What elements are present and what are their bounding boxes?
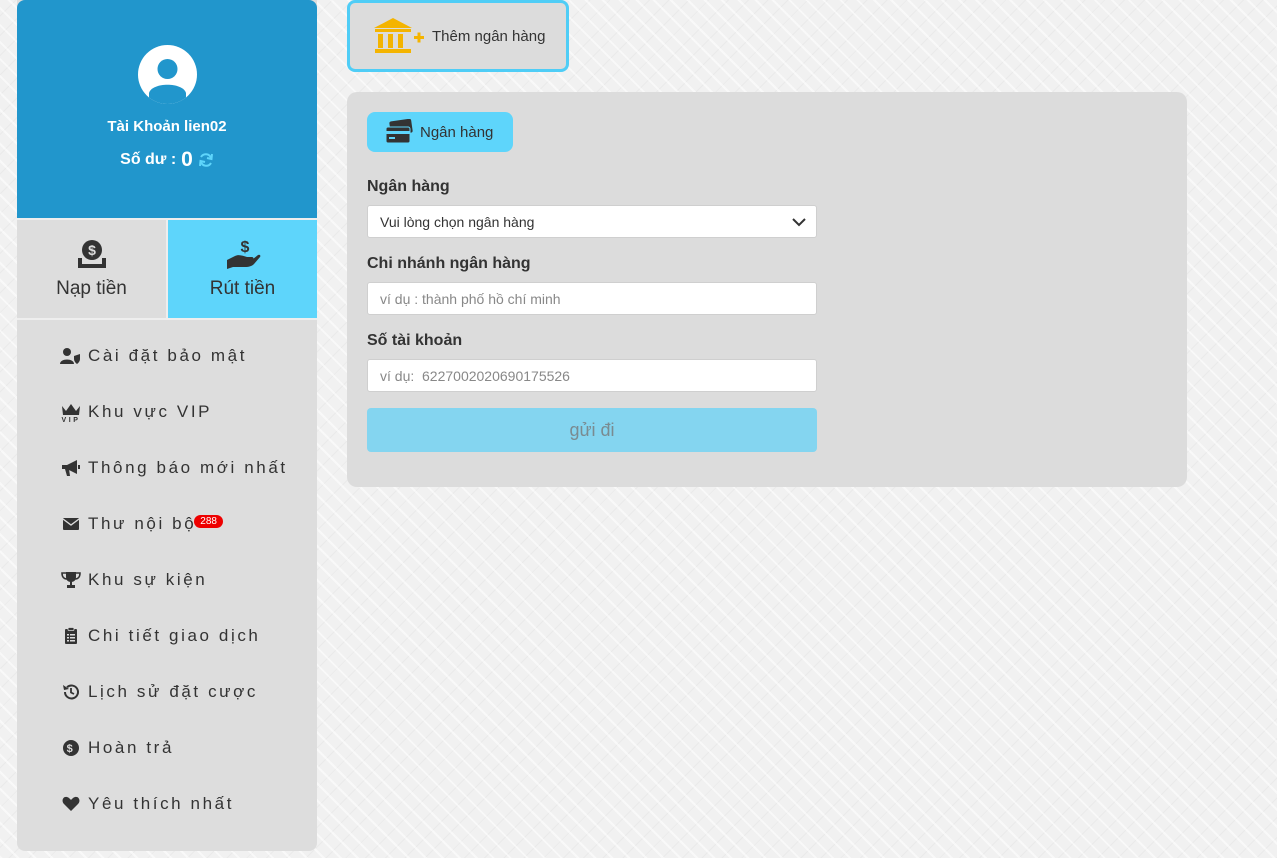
megaphone-icon bbox=[60, 458, 82, 478]
refresh-icon[interactable] bbox=[198, 152, 214, 168]
withdraw-label: Rút tiền bbox=[209, 278, 276, 299]
deposit-icon: $ bbox=[77, 240, 106, 268]
account-number-label: Số tài khoản bbox=[367, 332, 463, 349]
svg-text:$: $ bbox=[240, 239, 249, 256]
quick-actions: $ Nạp tiền $ Rút tiền bbox=[17, 218, 317, 320]
sidebar-item-label: Lịch sử đặt cược bbox=[88, 682, 258, 701]
sidebar-item-news[interactable]: Thông báo mới nhất bbox=[17, 440, 317, 496]
chevron-down-icon bbox=[792, 218, 806, 227]
withdraw-button[interactable]: $ Rút tiền bbox=[168, 220, 317, 318]
sidebar-item-label: Cài đặt bảo mật bbox=[88, 346, 248, 365]
history-icon bbox=[60, 682, 82, 702]
svg-text:$: $ bbox=[88, 242, 96, 258]
balance-label: Số dư : bbox=[120, 151, 177, 168]
sidebar-item-label: Khu sự kiện bbox=[88, 570, 208, 589]
heart-icon bbox=[60, 794, 82, 814]
credit-card-icon bbox=[385, 119, 413, 144]
sidebar-menu: Cài đặt bảo mật VIP Khu vực VIP Thông bá… bbox=[17, 320, 317, 832]
sidebar-item-label: Thông báo mới nhất bbox=[88, 458, 288, 477]
account-name: Tài Khoản lien02 bbox=[107, 118, 227, 135]
deposit-label: Nạp tiền bbox=[56, 278, 127, 299]
sidebar-item-events[interactable]: Khu sự kiện bbox=[17, 552, 317, 608]
sidebar-item-security[interactable]: Cài đặt bảo mật bbox=[17, 328, 317, 384]
unread-badge: 288 bbox=[194, 514, 223, 528]
avatar-icon bbox=[137, 45, 197, 104]
bank-add-icon bbox=[374, 18, 424, 53]
vip-crown-icon: VIP bbox=[60, 402, 82, 422]
account-number-input[interactable] bbox=[367, 359, 817, 392]
sidebar-item-label: Thư nội bộ bbox=[88, 514, 197, 533]
sidebar-item-label: Chi tiết giao dịch bbox=[88, 626, 261, 645]
svg-text:VIP: VIP bbox=[61, 417, 80, 422]
branch-label: Chi nhánh ngân hàng bbox=[367, 255, 531, 272]
trophy-icon bbox=[60, 570, 82, 590]
sidebar-item-label: Khu vực VIP bbox=[88, 402, 213, 421]
dollar-circle-icon: $ bbox=[60, 738, 82, 758]
sidebar-item-inbox[interactable]: Thư nội bộ 288 bbox=[17, 496, 317, 552]
bank-form-panel: Ngân hàng Ngân hàng Vui lòng chọn ngân h… bbox=[347, 92, 1187, 487]
balance-value: 0 bbox=[181, 148, 193, 171]
bank-label: Ngân hàng bbox=[367, 178, 450, 195]
balance-row: Số dư : 0 bbox=[120, 148, 214, 172]
sidebar-item-vip[interactable]: VIP Khu vực VIP bbox=[17, 384, 317, 440]
user-shield-icon bbox=[60, 346, 82, 366]
svg-text:$: $ bbox=[67, 743, 76, 755]
envelope-icon bbox=[60, 514, 82, 534]
withdraw-icon: $ bbox=[226, 239, 260, 269]
deposit-button[interactable]: $ Nạp tiền bbox=[17, 220, 168, 318]
sidebar-item-rebate[interactable]: $ Hoàn trả bbox=[17, 720, 317, 776]
tab-bank-label: Ngân hàng bbox=[420, 123, 494, 141]
sidebar-item-label: Hoàn trả bbox=[88, 738, 175, 757]
add-bank-label: Thêm ngân hàng bbox=[432, 27, 546, 45]
add-bank-tab[interactable]: Thêm ngân hàng bbox=[347, 0, 569, 72]
bank-select[interactable]: Vui lòng chọn ngân hàng bbox=[367, 205, 817, 238]
sidebar-item-label: Yêu thích nhất bbox=[88, 794, 235, 813]
bank-select-value: Vui lòng chọn ngân hàng bbox=[380, 213, 535, 230]
clipboard-icon bbox=[60, 626, 82, 646]
sidebar-item-bet-history[interactable]: Lịch sử đặt cược bbox=[17, 664, 317, 720]
profile-card: Tài Khoản lien02 Số dư : 0 bbox=[17, 0, 317, 218]
branch-input[interactable] bbox=[367, 282, 817, 315]
sidebar: Tài Khoản lien02 Số dư : 0 $ Nạp tiền $ … bbox=[17, 0, 317, 851]
submit-button[interactable]: gửi đi bbox=[367, 408, 817, 452]
tab-bank[interactable]: Ngân hàng bbox=[367, 112, 513, 152]
sidebar-item-favorites[interactable]: Yêu thích nhất bbox=[17, 776, 317, 832]
sidebar-item-transactions[interactable]: Chi tiết giao dịch bbox=[17, 608, 317, 664]
